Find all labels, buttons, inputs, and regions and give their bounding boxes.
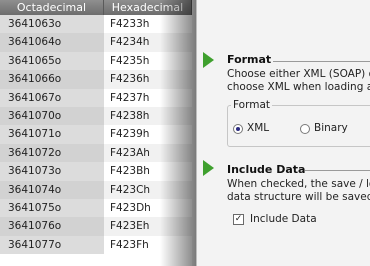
table-row[interactable]: 3641071o F4239h <box>0 125 192 144</box>
octadecimal-cell[interactable]: 3641073o <box>0 162 104 181</box>
format-description-line1: Choose either XML (SOAP) or B <box>227 68 370 80</box>
grid-body: 3641063o F4233h 3641064o F4234h 3641065o F423… <box>0 15 192 255</box>
octadecimal-cell[interactable]: 3641074o <box>0 180 104 199</box>
data-grid[interactable]: Octadecimal Hexadecimal 3641063o F4233h 36… <box>0 0 192 266</box>
hexadecimal-cell[interactable]: F4234h <box>104 33 192 52</box>
binary-radio-label[interactable]: Binary <box>314 122 348 134</box>
octadecimal-cell[interactable]: 3641064o <box>0 33 104 52</box>
options-panel: Format Choose either XML (SOAP) or B cho… <box>196 0 370 266</box>
hexadecimal-cell[interactable]: F423Fh <box>104 235 192 255</box>
table-row[interactable]: 3641063o F4233h <box>0 15 192 34</box>
include-data-divider <box>305 170 370 171</box>
octadecimal-cell[interactable]: 3641065o <box>0 51 104 71</box>
table-row[interactable]: 3641066o F4236h <box>0 70 192 89</box>
hexadecimal-cell[interactable]: F4237h <box>104 88 192 107</box>
column-header-hexadecimal[interactable]: Hexadecimal <box>104 0 192 15</box>
table-row[interactable]: 3641064o F4234h <box>0 33 192 52</box>
table-row[interactable]: 3641070o F4238h <box>0 106 192 126</box>
octadecimal-cell[interactable]: 3641063o <box>0 15 104 34</box>
octadecimal-cell[interactable]: 3641077o <box>0 235 104 255</box>
hexadecimal-cell[interactable]: F423Ch <box>104 180 192 199</box>
octadecimal-cell[interactable]: 3641066o <box>0 70 104 89</box>
table-row[interactable]: 3641075o F423Dh <box>0 198 192 218</box>
hexadecimal-cell[interactable]: F4236h <box>104 70 192 89</box>
table-row[interactable]: 3641077o F423Fh <box>0 235 192 255</box>
column-header-octadecimal[interactable]: Octadecimal <box>0 0 104 15</box>
hexadecimal-cell[interactable]: F423Eh <box>104 217 192 236</box>
grid-header: Octadecimal Hexadecimal <box>0 0 192 15</box>
format-group-label: Format <box>231 99 273 111</box>
table-row[interactable]: 3641067o F4237h <box>0 88 192 107</box>
xml-radio[interactable] <box>233 124 243 134</box>
include-data-checkbox[interactable]: ✓ <box>233 214 244 225</box>
include-data-description-line2: data structure will be saved (w <box>227 191 370 203</box>
octadecimal-cell[interactable]: 3641076o <box>0 217 104 236</box>
hexadecimal-cell[interactable]: F4239h <box>104 125 192 144</box>
format-divider <box>273 61 370 62</box>
table-row[interactable]: 3641065o F4235h <box>0 51 192 71</box>
octadecimal-cell[interactable]: 3641067o <box>0 88 104 107</box>
hexadecimal-cell[interactable]: F423Bh <box>104 162 192 181</box>
hexadecimal-cell[interactable]: F4235h <box>104 51 192 71</box>
include-data-arrow-icon <box>203 160 214 176</box>
hexadecimal-cell[interactable]: F423Ah <box>104 143 192 163</box>
hexadecimal-cell[interactable]: F4238h <box>104 106 192 126</box>
format-arrow-icon <box>203 52 214 68</box>
format-section-title: Format <box>227 53 272 66</box>
table-row[interactable]: 3641076o F423Eh <box>0 217 192 236</box>
table-row[interactable]: 3641074o F423Ch <box>0 180 192 199</box>
octadecimal-cell[interactable]: 3641072o <box>0 143 104 163</box>
format-description-line2: choose XML when loading and <box>227 81 370 93</box>
hexadecimal-cell[interactable]: F423Dh <box>104 198 192 218</box>
include-data-section-title: Include Data <box>227 163 306 176</box>
hexadecimal-cell[interactable]: F4233h <box>104 15 192 34</box>
table-row[interactable]: 3641073o F423Bh <box>0 162 192 181</box>
octadecimal-cell[interactable]: 3641075o <box>0 198 104 218</box>
include-data-checkbox-label[interactable]: Include Data <box>250 213 317 225</box>
octadecimal-cell[interactable]: 3641070o <box>0 106 104 126</box>
octadecimal-cell[interactable]: 3641071o <box>0 125 104 144</box>
table-row[interactable]: 3641072o F423Ah <box>0 143 192 163</box>
include-data-description-line1: When checked, the save / load <box>227 178 370 190</box>
binary-radio[interactable] <box>300 124 310 134</box>
xml-radio-label[interactable]: XML <box>247 122 269 134</box>
